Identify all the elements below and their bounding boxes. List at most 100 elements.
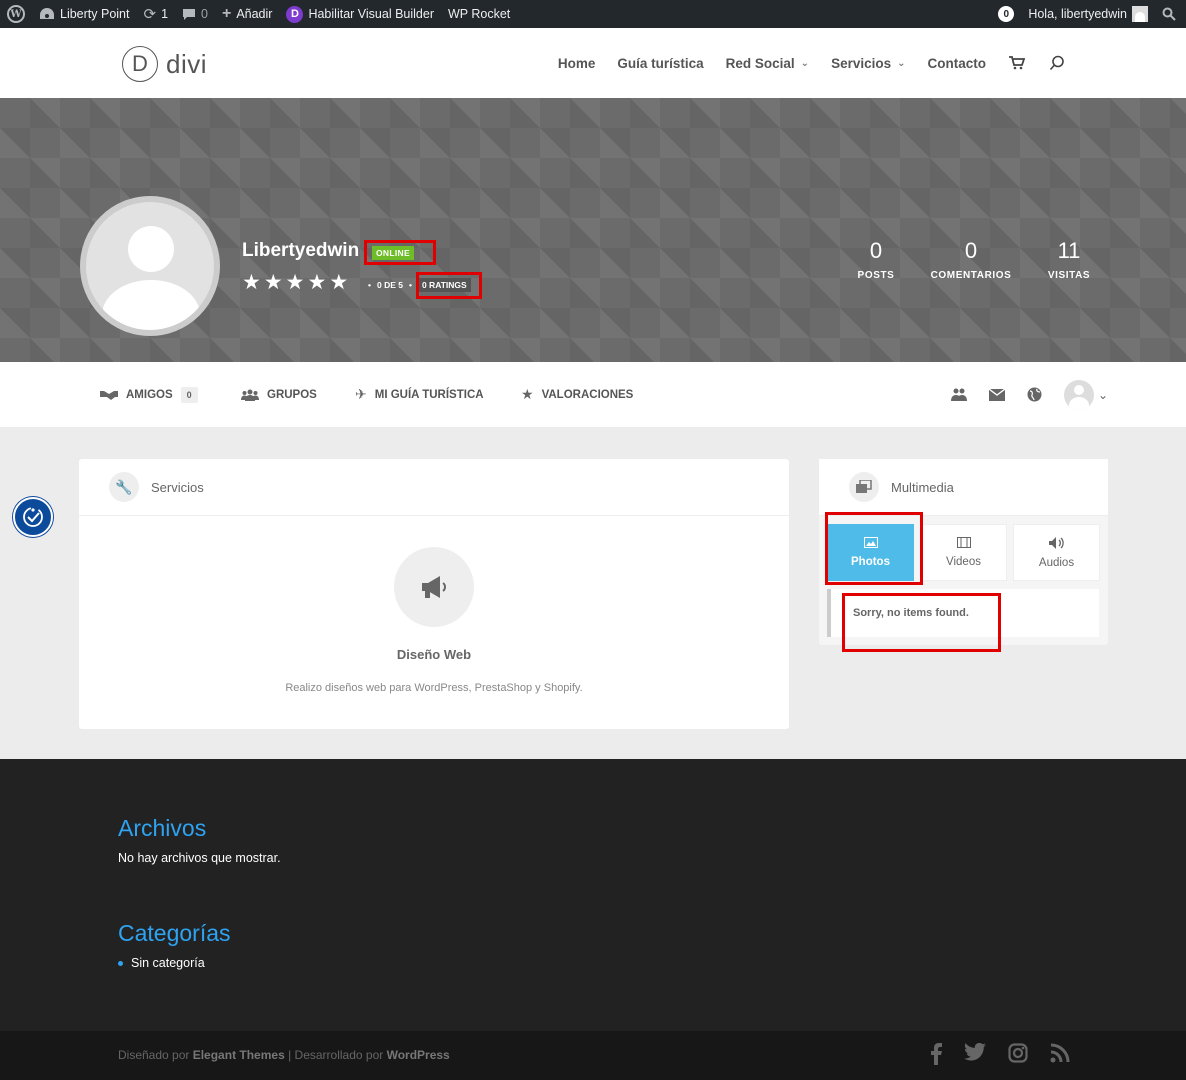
- plus-icon: +: [221, 5, 232, 22]
- greeting: Hola, libertyedwin: [1028, 7, 1127, 21]
- notifications-menu[interactable]: 0: [991, 0, 1021, 28]
- stat-posts-value: 0: [869, 238, 883, 263]
- footer-credits: Diseñado por Elegant Themes | Desarrolla…: [118, 1048, 450, 1062]
- tab-guia-label: MI GUÍA TURÍSTICA: [374, 388, 484, 401]
- tab-audios[interactable]: Audios: [1013, 524, 1100, 581]
- category-list-item[interactable]: Sin categoría: [118, 956, 205, 970]
- stat-comments-label: COMENTARIOS: [930, 270, 1012, 281]
- avatar-head: [128, 226, 174, 272]
- tab-grupos[interactable]: GRUPOS: [241, 362, 317, 427]
- credit-wordpress-link[interactable]: WordPress: [387, 1048, 450, 1062]
- search-icon[interactable]: [1048, 54, 1066, 72]
- star-icon: ★: [521, 386, 534, 402]
- stat-comments: 0 COMENTARIOS: [925, 238, 1017, 281]
- globe-icon[interactable]: [1027, 387, 1042, 402]
- services-card: 🔧 Servicios Diseño Web Realizo diseños w…: [79, 459, 789, 729]
- avatar-icon: [1132, 6, 1148, 22]
- credit-theme-link[interactable]: Elegant Themes: [193, 1048, 285, 1062]
- nav-servicios-label: Servicios: [831, 55, 892, 71]
- volume-icon: [1048, 536, 1064, 549]
- star-icon: ★: [263, 271, 283, 294]
- comment-icon: [183, 8, 196, 20]
- nav-servicios[interactable]: Servicios ⌄: [831, 56, 905, 71]
- add-new-menu[interactable]: + Añadir: [215, 0, 279, 28]
- footer-bottom-bar: Diseñado por Elegant Themes | Desarrolla…: [0, 1031, 1186, 1080]
- updates-menu[interactable]: ⟳ 1: [136, 0, 175, 28]
- tab-videos[interactable]: Videos: [920, 524, 1007, 581]
- site-name: Liberty Point: [60, 7, 130, 21]
- friends-requests-icon[interactable]: [950, 388, 967, 402]
- cart-icon[interactable]: [1008, 54, 1026, 72]
- highlight-empty-message: [842, 593, 1001, 652]
- archives-title: Archivos: [118, 815, 207, 841]
- logo-text: divi: [166, 48, 208, 79]
- credit-prefix: Diseñado por: [118, 1048, 193, 1062]
- accessibility-button[interactable]: [13, 497, 53, 537]
- visual-builder-label: Habilitar Visual Builder: [308, 7, 434, 21]
- tab-guia-turistica[interactable]: ✈ MI GUÍA TURÍSTICA: [355, 362, 484, 427]
- highlight-online: [364, 240, 436, 265]
- nav-contacto-label: Contacto: [927, 55, 987, 71]
- wp-rocket-menu[interactable]: WP Rocket: [441, 0, 517, 28]
- multimedia-title: Multimedia: [891, 479, 954, 495]
- account-menu[interactable]: Hola, libertyedwin: [1021, 0, 1155, 28]
- dashboard-icon: [40, 8, 54, 19]
- tab-valoraciones[interactable]: ★ VALORACIONES: [521, 362, 633, 427]
- envelope-icon[interactable]: [988, 388, 1005, 401]
- divi-icon: D: [286, 5, 304, 23]
- star-icon: ★: [285, 271, 305, 294]
- nav-red-social[interactable]: Red Social ⌄: [726, 56, 809, 71]
- facebook-icon[interactable]: [930, 1043, 942, 1065]
- credit-mid: | Desarrollado por: [284, 1048, 387, 1062]
- friends-count-badge: 0: [180, 386, 198, 403]
- tab-videos-label: Videos: [946, 556, 981, 568]
- updates-count: 1: [161, 7, 169, 21]
- user-menu[interactable]: ⌄: [1063, 379, 1108, 410]
- rss-icon[interactable]: [1050, 1043, 1070, 1063]
- multimedia-card-header: Multimedia: [819, 459, 1108, 516]
- nav-contacto[interactable]: Contacto: [928, 56, 987, 71]
- admin-bar: W Liberty Point ⟳ 1 0 + Añadir D Habilit…: [0, 0, 1186, 28]
- users-icon: [241, 389, 259, 401]
- comments-menu[interactable]: 0: [175, 0, 215, 28]
- stat-posts-label: POSTS: [857, 270, 895, 281]
- handshake-icon: [100, 390, 118, 400]
- instagram-icon[interactable]: [1008, 1043, 1028, 1063]
- star-icon: ★: [329, 271, 349, 294]
- site-footer: Archivos No hay archivos que mostrar. Ca…: [0, 759, 1186, 1031]
- accessibility-icon: [23, 507, 43, 527]
- nav-home-label: Home: [557, 55, 596, 71]
- highlight-photos-tab: [825, 512, 923, 585]
- wp-rocket-label: WP Rocket: [447, 7, 511, 21]
- tab-grupos-label: GRUPOS: [267, 388, 317, 401]
- nav-guia[interactable]: Guía turística: [617, 56, 703, 71]
- categories-title: Categorías: [118, 920, 231, 946]
- nav-home[interactable]: Home: [558, 56, 596, 71]
- wrench-icon: 🔧: [109, 472, 139, 502]
- chevron-down-icon: ⌄: [1097, 387, 1108, 402]
- highlight-ratings: [416, 272, 482, 299]
- rating-stars: ★ ★ ★ ★ ★: [242, 272, 348, 294]
- tab-amigos[interactable]: AMIGOS 0: [100, 362, 198, 427]
- profile-avatar[interactable]: [80, 196, 220, 336]
- main-nav: Home Guía turística Red Social ⌄ Servicio…: [558, 28, 1066, 98]
- profile-nav-actions: ⌄: [950, 362, 1108, 427]
- site-name-menu[interactable]: Liberty Point: [32, 0, 136, 28]
- category-link[interactable]: Sin categoría: [131, 956, 205, 970]
- stat-posts: 0 POSTS: [845, 238, 907, 281]
- rating-text: 0 DE 5: [376, 280, 403, 290]
- wp-logo-menu[interactable]: W: [0, 0, 32, 28]
- profile-cover: Libertyedwin ONLINE ★ ★ ★ ★ ★ • 0 DE 5 •…: [0, 98, 1186, 362]
- dot-separator: •: [408, 280, 412, 290]
- user-avatar: [1063, 379, 1094, 410]
- admin-search[interactable]: [1155, 0, 1186, 28]
- notifications-count: 0: [998, 6, 1015, 22]
- nav-red-social-label: Red Social: [725, 55, 795, 71]
- site-logo[interactable]: D divi: [122, 46, 207, 82]
- twitter-icon[interactable]: [964, 1043, 986, 1061]
- profile-name[interactable]: Libertyedwin: [242, 240, 359, 262]
- visual-builder-link[interactable]: D Habilitar Visual Builder: [279, 0, 441, 28]
- stat-visits: 11 VISITAS: [1038, 238, 1100, 281]
- refresh-icon: ⟳: [143, 6, 157, 23]
- service-description: Realizo diseños web para WordPress, Pres…: [285, 682, 583, 694]
